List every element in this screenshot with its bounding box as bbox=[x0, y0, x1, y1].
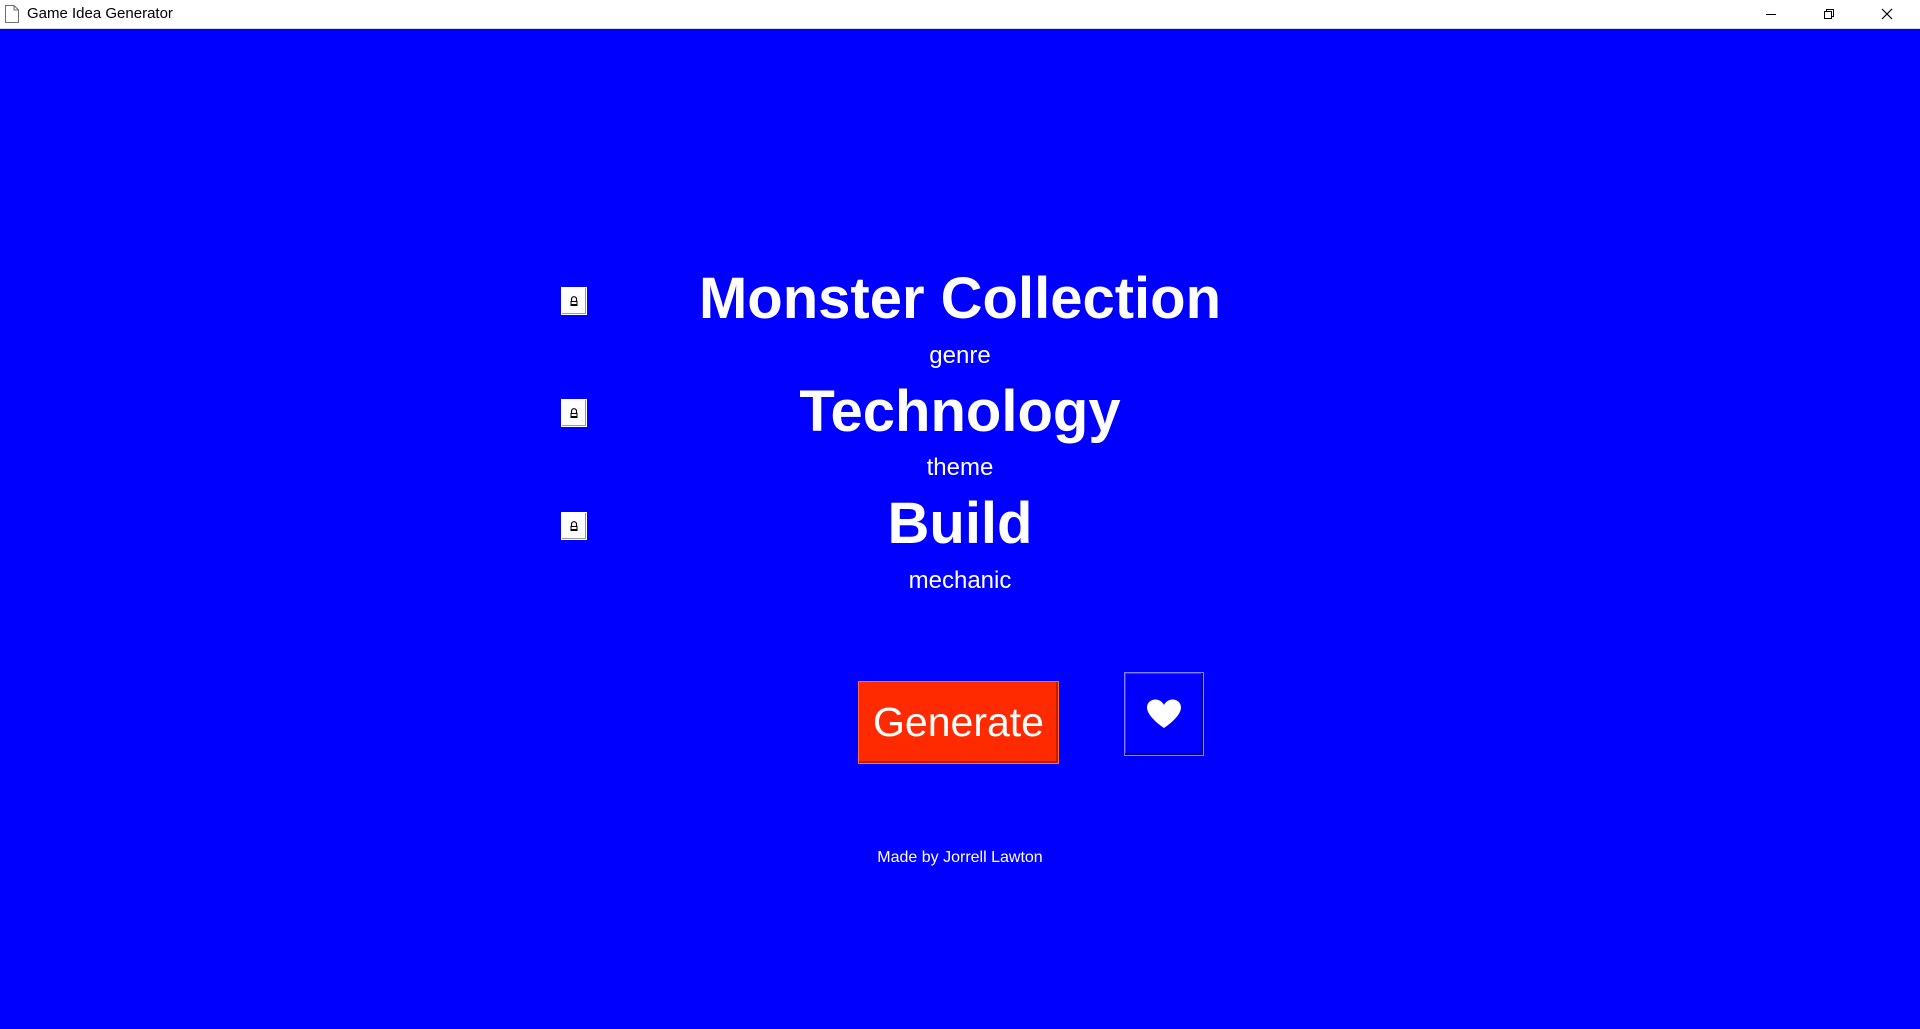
favorite-button[interactable] bbox=[1124, 672, 1204, 756]
close-icon bbox=[1881, 8, 1893, 20]
window-title: Game Idea Generator bbox=[27, 5, 173, 22]
theme-label: theme bbox=[926, 454, 994, 481]
generate-button[interactable]: Generate bbox=[858, 681, 1059, 764]
mechanic-value: Build bbox=[887, 491, 1033, 556]
credit-text: Made by Jorrell Lawton bbox=[877, 849, 1043, 866]
theme-value: Technology bbox=[799, 379, 1121, 444]
genre-value: Monster Collection bbox=[698, 266, 1222, 331]
mechanic-label: mechanic bbox=[908, 567, 1012, 594]
app-window: Game Idea Generator Monster Collection g… bbox=[0, 0, 1920, 1029]
title-bar: Game Idea Generator bbox=[0, 0, 1920, 29]
genre-label: genre bbox=[929, 342, 991, 369]
restore-icon bbox=[1824, 9, 1834, 19]
document-icon bbox=[5, 5, 19, 23]
minimize-button[interactable] bbox=[1742, 0, 1800, 28]
heart-icon bbox=[1147, 699, 1181, 728]
minimize-icon bbox=[1766, 14, 1776, 15]
restore-button[interactable] bbox=[1800, 0, 1858, 28]
close-button[interactable] bbox=[1858, 0, 1916, 28]
